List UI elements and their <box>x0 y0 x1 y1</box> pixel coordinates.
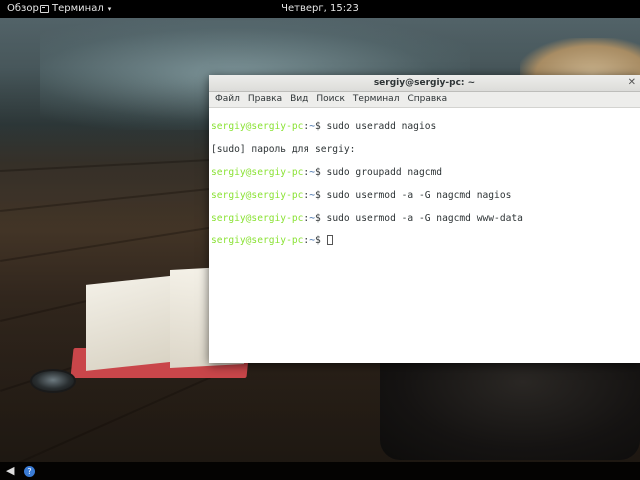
prompt-user: sergiy@sergiy-pc <box>211 235 304 247</box>
terminal-line: [sudo] пароль для sergiy: <box>211 144 638 155</box>
chevron-left-icon[interactable]: ◀ <box>6 464 14 478</box>
menu-item-edit[interactable]: Правка <box>244 92 286 107</box>
menu-item-file[interactable]: Файл <box>211 92 244 107</box>
window-titlebar[interactable]: sergiy@sergiy-pc: ~ ✕ <box>209 75 640 92</box>
prompt-path: ~ <box>309 212 315 224</box>
prompt-path: ~ <box>309 121 315 133</box>
window-title: sergiy@sergiy-pc: ~ <box>373 78 476 88</box>
terminal-line: sergiy@sergiy-pc:~$ <box>211 235 638 246</box>
clock[interactable]: Четверг, 15:23 <box>281 0 359 18</box>
prompt-path: ~ <box>309 167 315 179</box>
clock-container: Четверг, 15:23 <box>0 0 640 18</box>
prompt-user: sergiy@sergiy-pc <box>211 121 304 133</box>
terminal-line: sergiy@sergiy-pc:~$ sudo useradd nagios <box>211 121 437 133</box>
prompt-command: sudo usermod -a -G nagcmd nagios <box>326 189 512 201</box>
bottom-bar: ◀ ? <box>0 462 640 480</box>
prompt-command: sudo usermod -a -G nagcmd www-data <box>326 212 523 224</box>
menu-item-view[interactable]: Вид <box>286 92 312 107</box>
menu-item-terminal[interactable]: Терминал <box>349 92 404 107</box>
terminal-window[interactable]: sergiy@sergiy-pc: ~ ✕ Файл Правка Вид По… <box>209 75 640 363</box>
prompt-path: ~ <box>309 235 315 247</box>
terminal-output-text: [sudo] пароль для sergiy: <box>211 144 356 156</box>
prompt-command: sudo useradd nagios <box>326 121 437 133</box>
window-menubar: Файл Правка Вид Поиск Терминал Справка <box>209 92 640 108</box>
prompt-user: sergiy@sergiy-pc <box>211 212 304 224</box>
menu-item-search[interactable]: Поиск <box>312 92 349 107</box>
prompt-user: sergiy@sergiy-pc <box>211 167 304 179</box>
terminal-line: sergiy@sergiy-pc:~$ sudo usermod -a -G n… <box>211 212 523 224</box>
prompt-path: ~ <box>309 189 315 201</box>
menu-item-help[interactable]: Справка <box>403 92 451 107</box>
terminal-output[interactable]: sergiy@sergiy-pc:~$ sudo useradd nagios … <box>209 108 640 270</box>
close-icon[interactable]: ✕ <box>628 75 636 91</box>
terminal-line: sergiy@sergiy-pc:~$ sudo groupadd nagcmd <box>211 167 443 179</box>
prompt-user: sergiy@sergiy-pc <box>211 189 304 201</box>
prompt-command: sudo groupadd nagcmd <box>326 167 443 179</box>
wallpaper-lens <box>30 369 76 393</box>
notification-badge-icon[interactable]: ? <box>24 466 35 477</box>
terminal-line: sergiy@sergiy-pc:~$ sudo usermod -a -G n… <box>211 189 512 201</box>
top-bar: Обзор Терминал ▾ Четверг, 15:23 <box>0 0 640 18</box>
terminal-cursor <box>326 235 333 246</box>
